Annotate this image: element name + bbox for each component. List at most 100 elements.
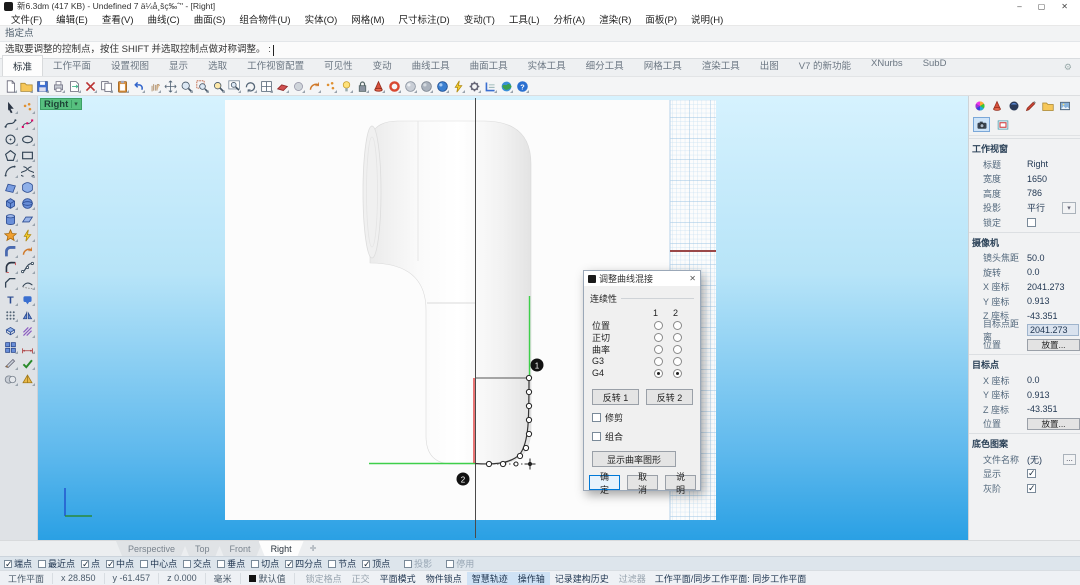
export-icon[interactable] (67, 78, 82, 94)
points-on-icon[interactable] (323, 78, 338, 94)
cplane-icon[interactable] (275, 78, 290, 94)
box-icon[interactable] (2, 195, 19, 211)
viewport-label[interactable]: Right ▾ (40, 98, 82, 110)
rotate-object-icon[interactable] (307, 78, 322, 94)
checkbox-icon[interactable] (4, 560, 12, 568)
menu-item[interactable]: 网格(M) (344, 12, 391, 26)
bend-icon[interactable] (19, 243, 36, 259)
viewport-scene[interactable]: 1 2 (38, 96, 968, 540)
lock-icon[interactable] (355, 78, 370, 94)
delete-icon[interactable] (83, 78, 98, 94)
show-curvature-graph-button[interactable]: 显示曲率图形 (592, 451, 676, 467)
help-button[interactable]: 说明 (665, 475, 696, 490)
checkbox-icon[interactable] (362, 560, 370, 568)
ribbon-tab[interactable]: V7 的新功能 (789, 55, 861, 76)
zoom-selected-icon[interactable] (211, 78, 226, 94)
chevron-down-icon[interactable]: ▾ (1062, 202, 1076, 214)
osnap-toggle[interactable]: 四分点 (285, 557, 322, 570)
ellipse-icon[interactable] (19, 131, 36, 147)
close-icon[interactable]: ✕ (689, 274, 696, 283)
viewport-tab[interactable]: Top (183, 541, 222, 556)
save-icon[interactable] (35, 78, 50, 94)
camera-icon[interactable] (973, 117, 990, 132)
match-curve-icon[interactable] (19, 275, 36, 291)
dialog-checkbox[interactable]: 组合 (584, 424, 700, 443)
status-toggle[interactable]: 平面模式 (375, 572, 421, 585)
adjust-curve-blend-dialog[interactable]: 调整曲线混接 ✕ 连续性 1 2 位置 正切 (583, 270, 701, 491)
gear-icon[interactable] (467, 78, 482, 94)
control-point-curve-icon[interactable] (19, 115, 36, 131)
ribbon-tab[interactable]: 选取 (198, 55, 237, 76)
status-toggle[interactable]: 锁定格点 (301, 572, 347, 585)
checkbox-icon[interactable] (328, 560, 336, 568)
properties-wheel-icon[interactable] (973, 99, 987, 113)
status-toggle[interactable]: 过滤器 (614, 572, 651, 585)
undo-icon[interactable] (131, 78, 146, 94)
arc-icon[interactable] (2, 163, 19, 179)
units-indicator[interactable]: 毫米 (206, 573, 241, 584)
browse-file-button[interactable]: ... (1063, 454, 1076, 465)
ribbon-tab[interactable]: 可见性 (314, 55, 363, 76)
gear-icon[interactable]: ⚙ (1064, 62, 1072, 73)
checkbox-icon[interactable] (217, 560, 225, 568)
osnap-toggle[interactable]: 交点 (183, 557, 211, 570)
pan-icon[interactable] (147, 78, 162, 94)
mirror-icon[interactable] (19, 307, 36, 323)
rotate-view-icon[interactable] (243, 78, 258, 94)
fillet-icon[interactable] (2, 259, 19, 275)
status-toggle[interactable]: 记录建构历史 (550, 572, 614, 585)
menu-item[interactable]: 曲线(C) (140, 12, 186, 26)
pipe-icon[interactable] (2, 243, 19, 259)
lamp-icon[interactable] (339, 78, 354, 94)
ribbon-tab[interactable]: 出图 (750, 55, 789, 76)
copy-icon[interactable] (99, 78, 114, 94)
ribbon-tab[interactable]: 网格工具 (634, 55, 692, 76)
menu-item[interactable]: 尺寸标注(D) (392, 12, 457, 26)
continuity-radio-2[interactable] (673, 333, 682, 342)
help-icon[interactable]: ? (515, 78, 530, 94)
cplane-selector[interactable]: 工作平面 (0, 573, 53, 584)
flip-2-button[interactable]: 反转 2 (646, 389, 693, 405)
dialog-checkbox[interactable]: 修剪 (584, 405, 700, 424)
checkbox-icon[interactable] (38, 560, 46, 568)
osnap-toggle[interactable]: 最近点 (38, 557, 75, 570)
dialog-title-bar[interactable]: 调整曲线混接 ✕ (584, 271, 700, 286)
polygon-icon[interactable] (2, 147, 19, 163)
minimize-button[interactable]: – (1017, 2, 1021, 11)
zoom-dynamic-icon[interactable] (179, 78, 194, 94)
ribbon-tab[interactable]: 变动 (363, 55, 402, 76)
menu-item[interactable]: 变动(T) (457, 12, 502, 26)
panel-value-input[interactable]: 2041.273 (1027, 324, 1079, 336)
checkbox-icon[interactable] (106, 560, 114, 568)
cancel-button[interactable]: 取消 (627, 475, 658, 490)
explode-icon[interactable] (19, 227, 36, 243)
earth-icon[interactable] (499, 78, 514, 94)
checkbox-icon[interactable] (285, 560, 293, 568)
loft-icon[interactable] (19, 179, 36, 195)
checkbox-icon[interactable] (81, 560, 89, 568)
ribbon-tab[interactable]: 设置视图 (101, 55, 159, 76)
continuity-radio-2[interactable] (673, 345, 682, 354)
checkbox-icon[interactable] (592, 432, 601, 441)
checkbox-icon[interactable] (183, 560, 191, 568)
ribbon-tab[interactable]: 细分工具 (576, 55, 634, 76)
viewport-tab-menu-icon[interactable]: ✛ (310, 541, 317, 556)
menu-item[interactable]: 曲面(S) (187, 12, 233, 26)
chamfer-icon[interactable] (2, 275, 19, 291)
osnap-toggle[interactable]: 点 (81, 557, 100, 570)
plane-icon[interactable] (19, 211, 36, 227)
ghosted-mode-icon[interactable] (419, 78, 434, 94)
continuity-radio-1[interactable] (654, 345, 663, 354)
continuity-radio-1[interactable] (654, 321, 663, 330)
knife-icon[interactable] (2, 355, 19, 371)
image-icon[interactable] (1058, 99, 1072, 113)
status-toggle[interactable]: 物件锁点 (421, 572, 467, 585)
circle-icon[interactable] (2, 131, 19, 147)
checkbox-icon[interactable] (1027, 218, 1036, 227)
shaded-mode-icon[interactable] (403, 78, 418, 94)
viewport-tab[interactable]: Right (259, 541, 304, 556)
checkbox-icon[interactable] (592, 413, 601, 422)
single-point-icon[interactable] (19, 99, 36, 115)
menu-item[interactable]: 渲染(R) (592, 12, 638, 26)
checkbox-icon[interactable] (446, 560, 454, 568)
